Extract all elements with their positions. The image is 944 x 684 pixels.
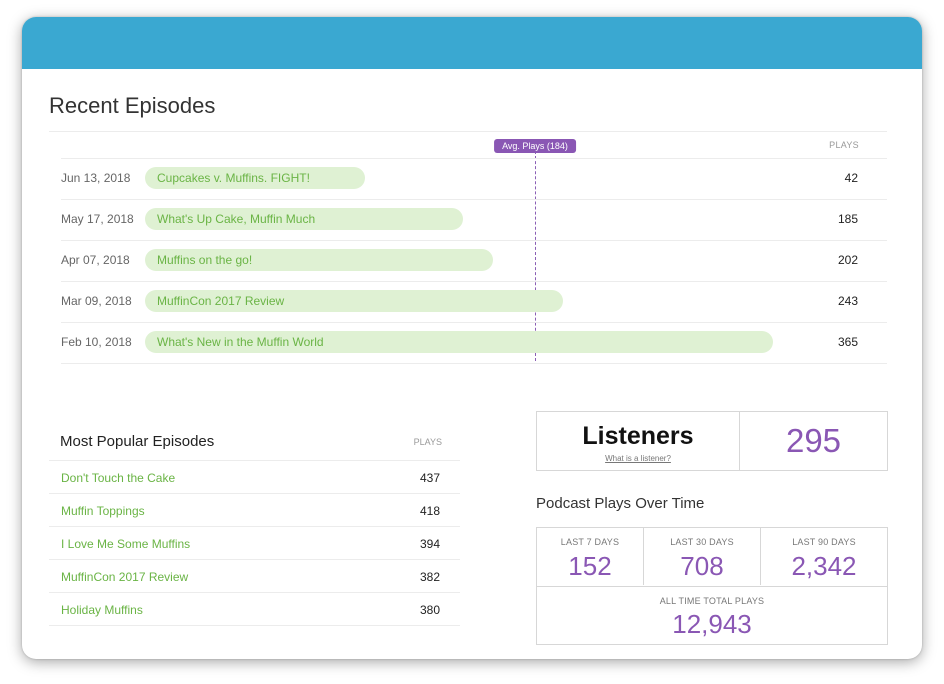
popular-episode-list: Don't Touch the Cake 437 Muffin Toppings 41…	[49, 460, 460, 626]
stat-label: ALL TIME TOTAL PLAYS	[659, 596, 765, 606]
popular-episode-link[interactable]: Muffin Toppings	[61, 504, 145, 518]
episode-title-link[interactable]: Muffins on the go!	[157, 253, 252, 267]
recent-episode-row[interactable]: May 17, 2018 What's Up Cake, Muffin Much 1…	[61, 199, 887, 240]
episode-plays-count: 243	[837, 294, 858, 308]
episode-date: Feb 10, 2018	[61, 335, 132, 349]
listeners-label: Listeners	[582, 422, 694, 450]
popular-episode-link[interactable]: MuffinCon 2017 Review	[61, 570, 188, 584]
popular-episode-row: Muffin Toppings 418	[49, 493, 460, 526]
listeners-count: 295	[785, 422, 842, 459]
listeners-panel: Listeners What is a listener? 295	[536, 411, 888, 471]
episode-date: Apr 07, 2018	[61, 253, 130, 267]
popular-episode-plays: 382	[419, 570, 440, 584]
popular-episode-link[interactable]: Don't Touch the Cake	[61, 471, 175, 485]
what-is-listener-link[interactable]: What is a listener?	[537, 454, 739, 463]
episode-title-link[interactable]: What's Up Cake, Muffin Much	[157, 212, 315, 226]
stat-last-7-days: LAST 7 DAYS 152	[537, 528, 644, 585]
recent-episode-row[interactable]: Apr 07, 2018 Muffins on the go! 202	[61, 240, 887, 281]
popular-episode-row: Holiday Muffins 380	[49, 592, 460, 626]
stat-value: 12,943	[672, 609, 752, 639]
recent-episode-row[interactable]: Jun 13, 2018 Cupcakes v. Muffins. FIGHT! 4…	[61, 158, 887, 199]
popular-episode-row: I Love Me Some Muffins 394	[49, 526, 460, 559]
stat-label: LAST 7 DAYS	[560, 537, 620, 547]
listeners-label-cell: Listeners What is a listener?	[537, 412, 740, 470]
episode-title-link[interactable]: What's New in the Muffin World	[157, 335, 324, 349]
popular-episode-plays: 394	[419, 537, 440, 551]
stat-label: LAST 90 DAYS	[792, 537, 856, 547]
stat-value: 2,342	[791, 551, 857, 581]
popular-episode-row: Don't Touch the Cake 437	[49, 460, 460, 493]
plays-over-time-title: Podcast Plays Over Time	[536, 495, 705, 512]
dashboard-card: Recent Episodes PLAYS Avg. Plays (184) J…	[22, 17, 922, 659]
episode-date: May 17, 2018	[61, 212, 134, 226]
episode-title-link[interactable]: Cupcakes v. Muffins. FIGHT!	[157, 171, 310, 185]
popular-episode-plays: 380	[419, 603, 440, 617]
recent-episodes-title: Recent Episodes	[49, 93, 216, 118]
popular-episode-plays: 437	[419, 471, 440, 485]
plays-column-header: PLAYS	[829, 140, 859, 150]
episode-title-link[interactable]: MuffinCon 2017 Review	[157, 294, 284, 308]
stat-all-time-total: ALL TIME TOTAL PLAYS 12,943	[537, 586, 887, 645]
popular-episode-link[interactable]: Holiday Muffins	[61, 603, 143, 617]
episode-date: Mar 09, 2018	[61, 294, 132, 308]
recent-episode-row[interactable]: Feb 10, 2018 What's New in the Muffin Wor…	[61, 322, 887, 364]
stat-last-90-days: LAST 90 DAYS 2,342	[761, 528, 887, 585]
plays-column-header: PLAYS	[413, 437, 442, 447]
popular-episode-link[interactable]: I Love Me Some Muffins	[61, 537, 190, 551]
recent-episodes-chart: PLAYS Avg. Plays (184) Jun 13, 2018 Cupca…	[49, 131, 887, 364]
card-header-bar	[22, 17, 922, 69]
episode-plays-count: 42	[844, 171, 858, 185]
stat-value: 708	[680, 551, 724, 581]
divider	[49, 131, 887, 132]
episode-plays-count: 185	[837, 212, 858, 226]
popular-episode-row: MuffinCon 2017 Review 382	[49, 559, 460, 592]
stat-value: 152	[568, 551, 612, 581]
episode-plays-count: 202	[837, 253, 858, 267]
most-popular-title: Most Popular Episodes	[60, 433, 215, 450]
episode-plays-count: 365	[837, 335, 858, 349]
recent-episode-row[interactable]: Mar 09, 2018 MuffinCon 2017 Review 243	[61, 281, 887, 322]
plays-over-time-stats: LAST 7 DAYS 152 LAST 30 DAYS 708 LAST 90…	[536, 527, 888, 645]
stat-label: LAST 30 DAYS	[670, 537, 734, 547]
popular-episode-plays: 418	[419, 504, 440, 518]
average-plays-badge: Avg. Plays (184)	[494, 139, 576, 153]
stat-last-30-days: LAST 30 DAYS 708	[644, 528, 761, 585]
episode-date: Jun 13, 2018	[61, 171, 131, 185]
